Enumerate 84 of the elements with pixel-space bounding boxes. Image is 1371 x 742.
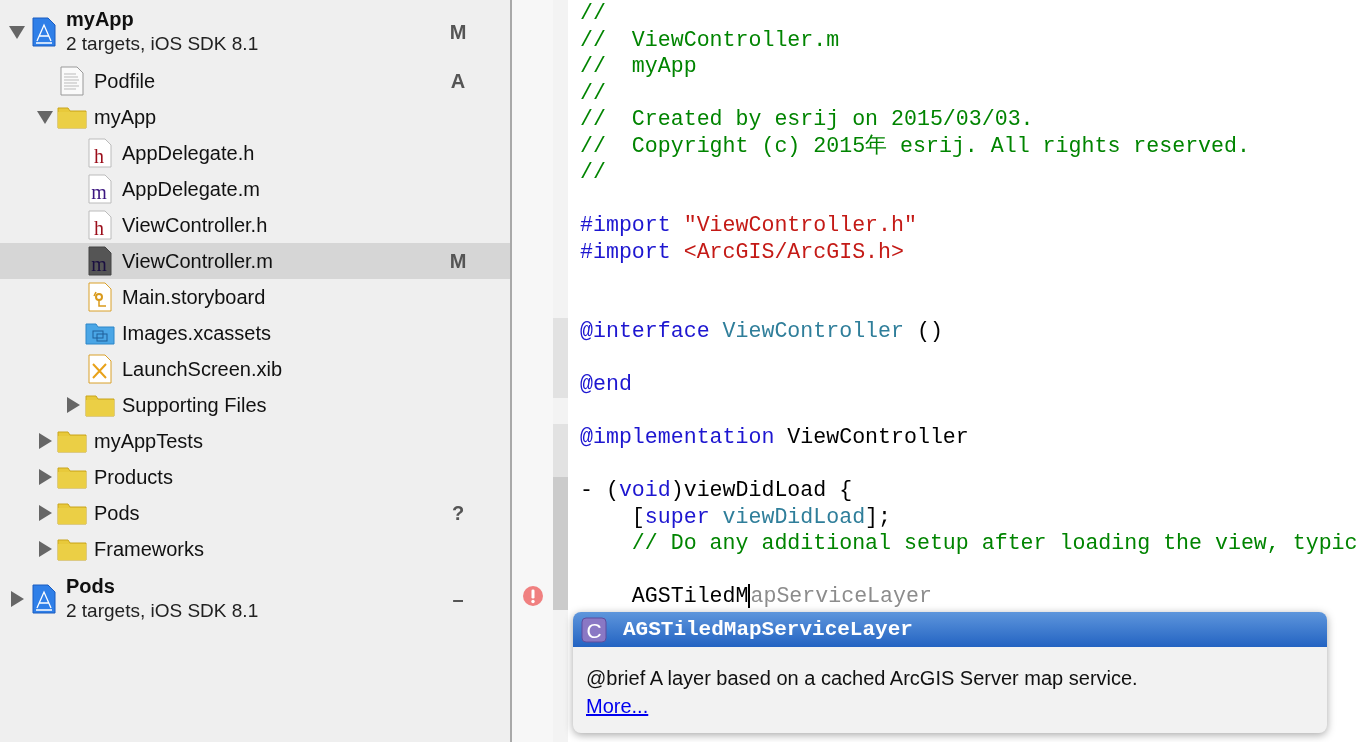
code-line-text: AGSTiledM apServiceLayer bbox=[630, 583, 932, 610]
code-line-text: // Created by esrij on 2015/03/03. bbox=[579, 106, 1034, 133]
disclosure-triangle-icon[interactable] bbox=[37, 505, 53, 521]
file-name: Frameworks bbox=[94, 537, 205, 562]
project-name: Pods bbox=[66, 574, 116, 600]
code-line-text: #import <ArcGIS/ArcGIS.h> bbox=[579, 238, 904, 265]
file-name: Images.xcassets bbox=[122, 321, 272, 346]
file-name: Main.storyboard bbox=[122, 285, 267, 310]
disclosure-triangle-icon[interactable] bbox=[37, 469, 53, 485]
status-label: – bbox=[451, 586, 465, 612]
navigator-item[interactable]: Supporting Files bbox=[0, 387, 510, 423]
code-line-text: // bbox=[579, 0, 606, 27]
folder-icon bbox=[57, 537, 87, 561]
navigator-item[interactable]: m AppDelegate.m bbox=[0, 171, 510, 207]
folder-icon bbox=[57, 465, 87, 489]
navigator-item[interactable]: Podfile A bbox=[0, 63, 510, 99]
header-file-icon: h bbox=[88, 138, 112, 168]
code-line-text: // Do any additional setup after loading the view, typic bbox=[630, 530, 1358, 557]
more-link[interactable]: More... bbox=[586, 695, 649, 717]
folder-icon bbox=[57, 429, 87, 453]
file-name: AppDelegate.h bbox=[122, 141, 256, 166]
file-name: LaunchScreen.xib bbox=[122, 357, 284, 382]
folder-icon bbox=[57, 105, 87, 129]
project-subtitle: 2 targets, iOS SDK 8.1 bbox=[66, 32, 260, 57]
code-line-text: - (void)viewDidLoad { bbox=[579, 477, 853, 504]
code-line-text: @end bbox=[579, 371, 632, 398]
navigator-item[interactable]: myApp 2 targets, iOS SDK 8.1 M bbox=[0, 0, 510, 63]
navigator-item[interactable]: h ViewController.h bbox=[0, 207, 510, 243]
asset-folder-icon bbox=[85, 321, 115, 345]
disclosure-triangle-icon[interactable] bbox=[9, 590, 25, 607]
status-label: M bbox=[448, 249, 468, 274]
class-icon: C bbox=[581, 616, 607, 643]
project-icon bbox=[32, 583, 56, 614]
completion-item[interactable]: C AGSTiledMapServiceLayer bbox=[573, 612, 1327, 647]
completion-description: @brief A layer based on a cached ArcGIS Server map service. bbox=[585, 666, 1139, 691]
folder-icon bbox=[57, 501, 87, 525]
code-line-text: @interface ViewController () bbox=[579, 318, 943, 345]
storyboard-file-icon bbox=[88, 282, 112, 312]
code-line-text: // myApp bbox=[579, 53, 697, 80]
code-line-text: // ViewController.m bbox=[579, 26, 840, 53]
file-name: Podfile bbox=[94, 69, 157, 94]
file-name: myApp bbox=[94, 105, 158, 130]
file-name: ViewController.m bbox=[122, 249, 274, 274]
project-name: myApp bbox=[66, 7, 135, 33]
project-subtitle: 2 targets, iOS SDK 8.1 bbox=[66, 599, 260, 624]
error-icon[interactable] bbox=[521, 585, 544, 608]
navigator-item[interactable]: Frameworks bbox=[0, 531, 510, 567]
source-file-icon: m bbox=[88, 246, 112, 276]
document-icon bbox=[60, 66, 84, 96]
status-label: A bbox=[449, 69, 467, 94]
navigator-item[interactable]: m ViewController.m M bbox=[0, 243, 510, 279]
file-name: Pods bbox=[94, 501, 141, 526]
disclosure-triangle-icon[interactable] bbox=[37, 109, 53, 125]
navigator-item[interactable]: Main.storyboard bbox=[0, 279, 510, 315]
disclosure-triangle-icon[interactable] bbox=[9, 23, 25, 40]
code-line-text: // Copyright (c) 2015年 esrij. All rights reserved. bbox=[579, 132, 1250, 159]
disclosure-triangle-icon[interactable] bbox=[65, 397, 81, 413]
code-line-text: // bbox=[579, 79, 606, 106]
navigator-item[interactable]: myAppTests bbox=[0, 423, 510, 459]
header-file-icon: h bbox=[88, 210, 112, 240]
code-line-text: // bbox=[579, 159, 606, 186]
interface-file-icon bbox=[88, 354, 112, 384]
navigator-item[interactable]: Pods 2 targets, iOS SDK 8.1 – bbox=[0, 567, 510, 630]
file-name: AppDelegate.m bbox=[122, 177, 261, 202]
navigator-item[interactable]: Images.xcassets bbox=[0, 315, 510, 351]
file-name: Products bbox=[94, 465, 174, 490]
navigator-item[interactable]: myApp bbox=[0, 99, 510, 135]
source-file-icon: m bbox=[88, 174, 112, 204]
disclosure-triangle-icon[interactable] bbox=[37, 541, 53, 557]
navigator-item[interactable]: Products bbox=[0, 459, 510, 495]
file-name: myAppTests bbox=[94, 429, 204, 454]
navigator-item[interactable]: Pods ? bbox=[0, 495, 510, 531]
file-name: Supporting Files bbox=[122, 393, 268, 418]
project-icon bbox=[32, 16, 56, 47]
code-line-text: #import "ViewController.h" bbox=[579, 212, 917, 239]
status-label: M bbox=[448, 19, 468, 45]
code-line-text: [super viewDidLoad]; bbox=[630, 503, 892, 530]
navigator-item[interactable]: LaunchScreen.xib bbox=[0, 351, 510, 387]
status-label: ? bbox=[450, 501, 466, 526]
file-name: ViewController.h bbox=[122, 213, 269, 238]
code-line-text: @implementation ViewController bbox=[579, 424, 969, 451]
disclosure-triangle-icon[interactable] bbox=[37, 433, 53, 449]
navigator-item[interactable]: h AppDelegate.h bbox=[0, 135, 510, 171]
folder-icon bbox=[85, 393, 115, 417]
